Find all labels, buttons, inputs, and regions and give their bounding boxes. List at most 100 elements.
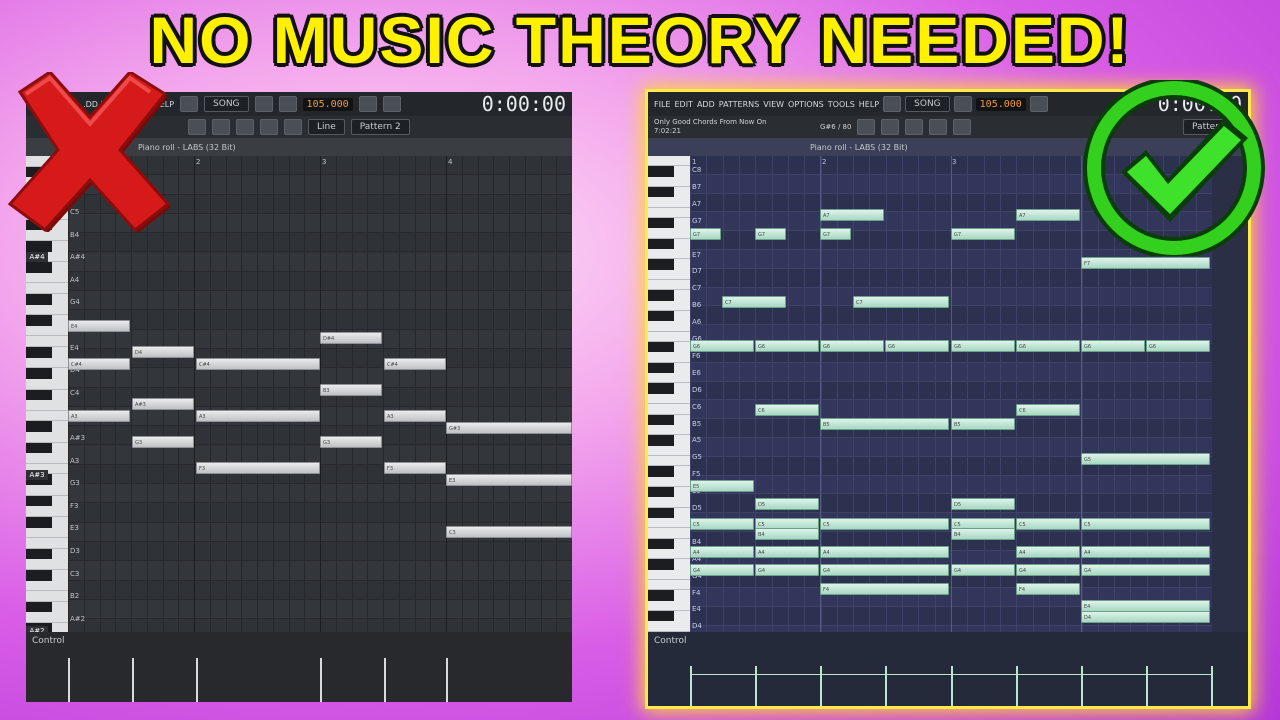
velocity-stem[interactable] [755, 666, 757, 706]
black-key[interactable] [26, 347, 52, 358]
black-key[interactable] [26, 315, 52, 326]
left-metronome-icon[interactable] [358, 96, 377, 112]
left-link-icon[interactable] [260, 119, 278, 135]
left-stamp-icon[interactable] [284, 119, 302, 135]
right-note[interactable]: C5 [690, 518, 754, 530]
right-note[interactable]: G6 [755, 340, 819, 352]
right-note[interactable]: G6 [1016, 340, 1080, 352]
left-snap-select[interactable]: Line [308, 119, 345, 135]
right-note[interactable]: G4 [951, 564, 1015, 576]
right-note[interactable]: A4 [1016, 546, 1080, 558]
left-note[interactable]: C#4 [196, 358, 320, 370]
black-key[interactable] [26, 601, 52, 613]
right-note[interactable]: B5 [951, 418, 1015, 430]
left-note[interactable]: D#4 [320, 332, 382, 344]
right-menu-view[interactable]: VIEW [763, 100, 784, 109]
velocity-stem[interactable] [1146, 666, 1148, 706]
black-key[interactable] [26, 569, 52, 581]
black-key[interactable] [648, 218, 674, 229]
left-control-label[interactable]: Control [32, 636, 65, 646]
velocity-stem[interactable] [690, 666, 692, 706]
black-key[interactable] [26, 262, 52, 273]
left-note[interactable]: A3 [68, 410, 130, 422]
black-key[interactable] [26, 495, 52, 507]
left-note[interactable]: C#4 [384, 358, 446, 370]
black-key[interactable] [648, 466, 674, 477]
right-note[interactable]: D4 [1081, 611, 1210, 623]
right-note[interactable]: C7 [722, 296, 786, 308]
right-note[interactable]: G6 [1146, 340, 1210, 352]
right-menu-tools[interactable]: TOOLS [828, 100, 855, 109]
right-note[interactable]: C5 [1081, 518, 1210, 530]
black-key[interactable] [648, 507, 674, 518]
black-key[interactable] [648, 238, 674, 250]
right-menu-help[interactable]: HELP [859, 100, 879, 109]
right-note[interactable]: G7 [951, 228, 1015, 240]
right-control-lane[interactable]: Control [648, 632, 1248, 706]
right-play-icon[interactable] [953, 96, 972, 112]
right-note[interactable]: G4 [1016, 564, 1080, 576]
right-note[interactable]: G7 [820, 228, 851, 240]
right-song-toggle[interactable]: SONG [905, 96, 950, 112]
right-note[interactable]: A7 [1016, 209, 1080, 221]
right-arrow-icon[interactable] [881, 119, 900, 135]
black-key[interactable] [648, 259, 674, 270]
black-key[interactable] [26, 389, 52, 401]
left-note[interactable]: A#3 [132, 398, 194, 410]
right-note[interactable]: G4 [690, 564, 754, 576]
left-note[interactable]: D4 [132, 346, 194, 358]
black-key[interactable] [648, 187, 674, 198]
right-note[interactable]: B5 [820, 418, 949, 430]
left-piano-keyboard[interactable]: A#4 A#3 A#2 [26, 156, 68, 698]
velocity-stem[interactable] [384, 658, 386, 702]
velocity-stem[interactable] [68, 658, 70, 702]
left-note[interactable]: C3 [446, 526, 572, 538]
right-control-label[interactable]: Control [654, 636, 687, 646]
right-note[interactable]: A4 [690, 546, 754, 558]
right-note[interactable]: A7 [820, 209, 884, 221]
velocity-stem[interactable] [1081, 666, 1083, 706]
right-note[interactable]: G5 [1081, 453, 1210, 465]
black-key[interactable] [26, 442, 52, 454]
black-key[interactable] [648, 435, 674, 446]
left-note[interactable]: F3 [196, 462, 320, 474]
velocity-stem[interactable] [820, 666, 822, 706]
left-record-icon[interactable] [180, 96, 199, 112]
right-note[interactable]: G4 [1081, 564, 1210, 576]
right-metronome-icon[interactable] [1029, 96, 1048, 112]
velocity-stem[interactable] [1016, 666, 1018, 706]
velocity-stem[interactable] [1211, 666, 1213, 706]
black-key[interactable] [26, 421, 52, 432]
velocity-stem[interactable] [320, 658, 322, 702]
right-menu-edit[interactable]: EDIT [674, 100, 692, 109]
velocity-stem[interactable] [196, 658, 198, 702]
left-tempo[interactable]: 105.000 [302, 97, 353, 111]
right-note[interactable]: G4 [820, 564, 949, 576]
left-note[interactable]: B3 [320, 384, 382, 396]
black-key[interactable] [26, 368, 52, 379]
right-note[interactable]: G6 [951, 340, 1015, 352]
left-wait-icon[interactable] [382, 96, 401, 112]
black-key[interactable] [648, 383, 674, 394]
right-note[interactable]: C7 [853, 296, 949, 308]
right-note[interactable]: B4 [755, 528, 819, 540]
black-key[interactable] [648, 610, 674, 622]
black-key[interactable] [648, 342, 674, 353]
black-key[interactable] [648, 362, 674, 374]
right-note[interactable]: A4 [820, 546, 949, 558]
velocity-stem[interactable] [885, 666, 887, 706]
black-key[interactable] [26, 293, 52, 305]
right-stamp-icon[interactable] [953, 119, 972, 135]
black-key[interactable] [648, 414, 674, 425]
right-menu-options[interactable]: OPTIONS [788, 100, 824, 109]
left-pattern-select[interactable]: Pattern 2 [350, 119, 410, 135]
left-play-icon[interactable] [254, 96, 273, 112]
right-tempo[interactable]: 105.000 [975, 97, 1026, 111]
right-note[interactable]: A4 [755, 546, 819, 558]
right-note[interactable]: G7 [690, 228, 721, 240]
right-piano-keyboard[interactable] [648, 156, 690, 706]
right-note[interactable]: G7 [755, 228, 786, 240]
right-note[interactable]: E5 [690, 480, 754, 492]
left-note[interactable]: C#4 [68, 358, 130, 370]
left-stop-icon[interactable] [278, 96, 297, 112]
